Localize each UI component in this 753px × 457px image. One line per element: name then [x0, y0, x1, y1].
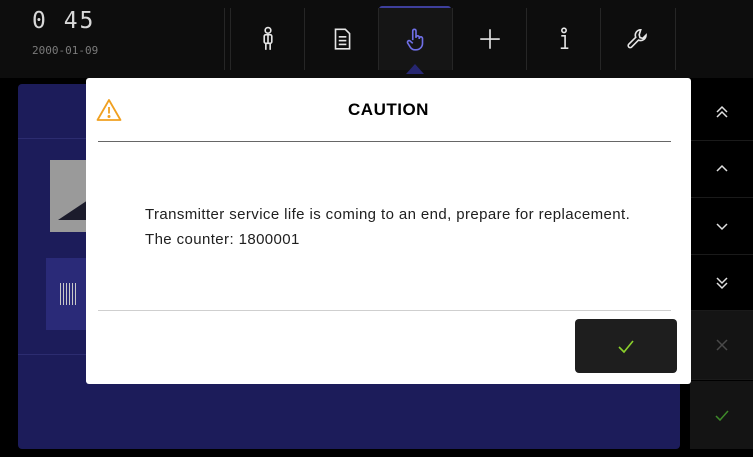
check-icon [714, 410, 729, 422]
dialog-message: Transmitter service life is coming to an… [145, 206, 631, 248]
collimator-control[interactable] [46, 258, 90, 330]
clock-date: 2000-01-09 [32, 44, 99, 57]
tab-patient[interactable] [230, 8, 305, 70]
tab-documents[interactable] [304, 8, 379, 70]
tab-info[interactable] [526, 8, 601, 70]
plus-icon [480, 29, 500, 49]
chevron-down-icon [715, 223, 728, 231]
person-icon [263, 26, 273, 50]
dialog-header-divider [98, 141, 671, 142]
clock-display: 0 45 2000-01-09 [14, 8, 225, 70]
scroll-up-button[interactable] [690, 141, 753, 198]
wedge-control[interactable] [50, 160, 90, 232]
tab-add[interactable] [452, 8, 527, 70]
chevron-up-icon [715, 164, 728, 172]
document-icon [334, 28, 351, 50]
page-down-button[interactable] [690, 255, 753, 311]
wrench-icon [627, 28, 647, 49]
double-chevron-down-icon [715, 276, 728, 289]
tab-service[interactable] [600, 8, 676, 70]
dialog-confirm-button[interactable] [575, 319, 677, 373]
dialog-title: CAUTION [348, 100, 429, 119]
top-bar: 0 45 2000-01-09 [0, 0, 753, 78]
active-tab-caret [406, 64, 424, 74]
cancel-button[interactable] [690, 311, 753, 380]
caution-dialog: CAUTION Transmitter service life is comi… [86, 78, 691, 384]
tab-hand-control[interactable] [378, 8, 453, 70]
scroll-rail [690, 84, 753, 457]
info-icon [560, 27, 569, 50]
confirm-button[interactable] [690, 381, 753, 449]
hand-pointer-icon [406, 28, 424, 51]
scroll-down-button[interactable] [690, 198, 753, 255]
close-icon [715, 339, 728, 351]
clock-time: 0 45 [32, 8, 96, 34]
dialog-footer-divider [98, 310, 671, 311]
check-icon [618, 340, 634, 354]
double-chevron-up-icon [715, 105, 728, 118]
page-up-button[interactable] [690, 84, 753, 141]
